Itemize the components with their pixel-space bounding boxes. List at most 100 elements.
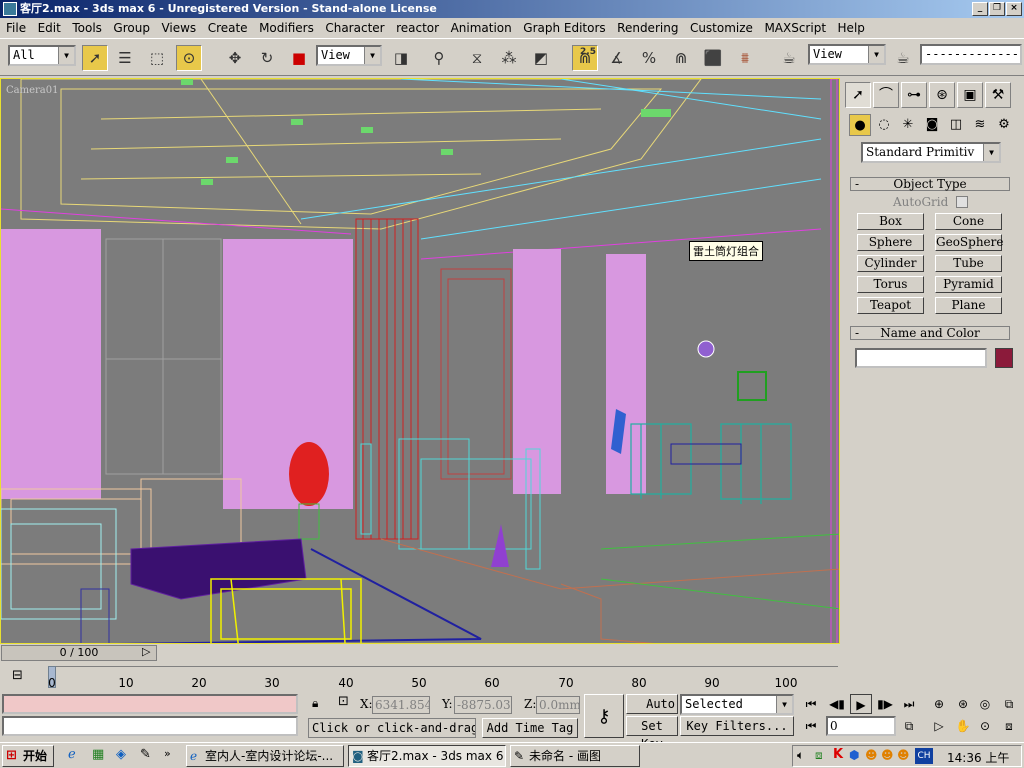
box-button[interactable]: Box	[857, 213, 924, 230]
previous-frame-icon[interactable]: ◀▮	[826, 694, 848, 714]
task-3dsmax[interactable]: ◙客厅2.max - 3ds max 6 - ...	[348, 745, 506, 767]
task-paint[interactable]: ✎ 未命名 - 画图	[510, 745, 640, 767]
select-by-name-button[interactable]: ☰	[112, 45, 138, 71]
zoom-all-icon[interactable]: ⊛	[952, 694, 974, 714]
chevron-down-icon[interactable]: ▼	[868, 46, 884, 63]
play-icon[interactable]: ▶	[850, 694, 872, 714]
menu-customize[interactable]: Customize	[686, 21, 757, 35]
maximize-viewport-icon[interactable]: ⧈	[998, 716, 1020, 736]
auto-key-button[interactable]: Auto Key	[626, 694, 678, 714]
tube-button[interactable]: Tube	[935, 255, 1002, 272]
start-button[interactable]: ⊞ 开始	[2, 745, 54, 767]
menu-reactor[interactable]: reactor	[392, 21, 443, 35]
set-key-button[interactable]: ⚷	[584, 694, 624, 738]
maxscript-listener[interactable]	[2, 694, 298, 714]
key-filters-button[interactable]: Key Filters...	[680, 716, 794, 736]
systems-button[interactable]: ⚙	[993, 114, 1015, 136]
chevron-down-icon[interactable]: ▼	[983, 144, 999, 161]
select-object-button[interactable]: ➚	[82, 45, 108, 71]
motion-tab[interactable]: ⊛	[929, 82, 955, 108]
lights-button[interactable]: ✳	[897, 114, 919, 136]
key-mode-toggle-icon[interactable]: ⏮	[800, 716, 822, 736]
current-frame-field[interactable]: 0	[826, 716, 896, 736]
modify-tab[interactable]: ⌒	[873, 82, 899, 108]
orbit-icon[interactable]: ◎	[974, 694, 996, 714]
volume-icon[interactable]: 🔈︎	[797, 748, 804, 763]
set-key-mode-button[interactable]: Set Key	[626, 716, 678, 751]
network-icon[interactable]: ⧈	[815, 748, 823, 763]
geometry-button[interactable]: ●	[849, 114, 871, 136]
clock[interactable]: 14:36 上午	[947, 749, 1009, 766]
absolute-mode-icon[interactable]: ⊡	[338, 694, 349, 709]
shapes-button[interactable]: ◌	[873, 114, 895, 136]
category-dropdown[interactable]: Standard Primitiv ▼	[861, 142, 1001, 163]
create-tab[interactable]: ➚	[845, 82, 871, 108]
outlook-icon[interactable]: ◈	[116, 747, 126, 762]
next-frame-arrow-icon[interactable]: ▷	[142, 645, 150, 658]
quick-render-button[interactable]: ☕	[890, 45, 916, 71]
ime-indicator[interactable]: CH	[915, 748, 933, 764]
camera-viewport[interactable]: Camera01 雷土筒灯组合	[0, 78, 840, 644]
arc-rotate-icon[interactable]: ⊙	[974, 716, 996, 736]
restore-button[interactable]: ❐	[989, 2, 1005, 16]
plane-button[interactable]: Plane	[935, 297, 1002, 314]
menu-tools[interactable]: Tools	[68, 21, 106, 35]
utilities-tab[interactable]: ⚒	[985, 82, 1011, 108]
close-button[interactable]: ×	[1006, 2, 1022, 16]
menu-edit[interactable]: Edit	[34, 21, 65, 35]
qq-icon[interactable]: ☻	[881, 748, 894, 762]
render-scene-button[interactable]: ☕	[776, 45, 802, 71]
spacewarps-button[interactable]: ≋	[969, 114, 991, 136]
chevron-down-icon[interactable]: ▼	[776, 696, 792, 713]
autogrid-checkbox[interactable]	[956, 196, 968, 208]
select-rotate-button[interactable]: ↻	[254, 45, 280, 71]
rect-selection-button[interactable]: ⬚	[144, 45, 170, 71]
menu-group[interactable]: Group	[109, 21, 154, 35]
antivirus-icon[interactable]: K	[833, 747, 843, 762]
cameras-button[interactable]: ◙	[921, 114, 943, 136]
z-coordinate-field[interactable]: 0.0mm	[536, 696, 580, 714]
notepad-icon[interactable]: ✎	[140, 747, 151, 762]
minimize-button[interactable]: _	[972, 2, 988, 16]
render-type-dropdown[interactable]: View ▼	[808, 44, 886, 65]
x-coordinate-field[interactable]: 6341.854	[372, 696, 430, 714]
object-name-input[interactable]	[855, 348, 987, 368]
go-to-end-icon[interactable]: ⏭	[898, 694, 920, 714]
mirror-button[interactable]: ⧖	[464, 45, 490, 71]
selection-filter-dropdown[interactable]: All ▼	[8, 45, 76, 66]
window-crossing-button[interactable]: ⊙	[176, 45, 202, 71]
array-button[interactable]: ⁂	[496, 45, 522, 71]
ref-coord-dropdown[interactable]: View ▼	[316, 45, 382, 66]
object-color-swatch[interactable]	[995, 348, 1013, 368]
named-selection-button[interactable]: ⬛	[700, 45, 726, 71]
field-of-view-icon[interactable]: ▷	[928, 716, 950, 736]
viewport-label[interactable]: Camera01	[6, 85, 58, 96]
lock-icon[interactable]: 🔒︎	[312, 696, 318, 711]
ie-icon[interactable]: ℯ	[68, 747, 76, 762]
menu-modifiers[interactable]: Modifiers	[255, 21, 318, 35]
more-icon[interactable]: »	[164, 747, 171, 760]
menu-character[interactable]: Character	[321, 21, 388, 35]
chevron-down-icon[interactable]: ▼	[58, 47, 74, 64]
display-tab[interactable]: ▣	[957, 82, 983, 108]
desktop-icon[interactable]: ▦	[92, 747, 104, 762]
menu-maxscript[interactable]: MAXScript	[760, 21, 830, 35]
go-to-start-icon[interactable]: ⏮	[800, 694, 822, 714]
menu-rendering[interactable]: Rendering	[613, 21, 682, 35]
time-slider[interactable]: 0 / 100	[1, 645, 157, 661]
percent-snap-button[interactable]: %	[636, 45, 662, 71]
next-frame-icon[interactable]: ▮▶	[874, 694, 896, 714]
select-move-button[interactable]: ✥	[222, 45, 248, 71]
pan-hand-icon[interactable]: ✋	[952, 716, 974, 736]
zoom-extents-icon[interactable]: ⧉	[998, 694, 1020, 714]
menu-create[interactable]: Create	[204, 21, 252, 35]
torus-button[interactable]: Torus	[857, 276, 924, 293]
geosphere-button[interactable]: GeoSphere	[935, 234, 1003, 251]
key-mode-dropdown[interactable]: Selected ▼	[680, 694, 794, 715]
spinner-snap-button[interactable]: ⋒	[668, 45, 694, 71]
cone-button[interactable]: Cone	[935, 213, 1002, 230]
menu-file[interactable]: File	[0, 21, 30, 35]
trackbar[interactable]: ⊟ 0 10 20 30 40 50 60 70 80 90 100	[0, 662, 845, 692]
named-selection-field[interactable]: -------------	[920, 44, 1022, 65]
curve-editor-icon[interactable]: ⊟	[12, 668, 23, 683]
